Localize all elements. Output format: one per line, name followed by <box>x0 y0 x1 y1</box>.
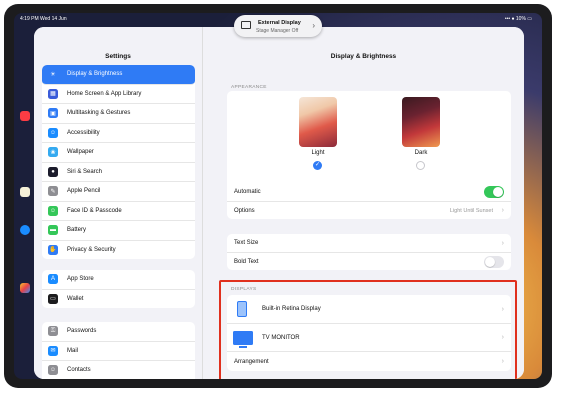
contacts-icon: ☺ <box>48 365 58 376</box>
sidebar-group-store: A App Store ▭ Wallet <box>42 270 195 308</box>
siri-and-search-icon: ● <box>48 166 58 177</box>
toggle-knob <box>485 256 495 267</box>
mail-icon: ✉ <box>48 345 58 356</box>
accessibility-icon: ☺ <box>48 127 58 138</box>
photos-app-icon[interactable] <box>20 283 30 293</box>
sidebar-item-accessibility[interactable]: ☺ Accessibility <box>42 124 195 143</box>
appearance-rows: Automatic Options Light Until Sunset › <box>227 183 511 219</box>
sidebar-item-wallet[interactable]: ▭ Wallet <box>42 290 195 309</box>
sidebar-group-general: ☀ Display & Brightness ▦ Home Screen & App … <box>42 65 195 259</box>
pill-title: External Display <box>258 20 301 26</box>
sidebar-item-label: Multitasking & Gestures <box>67 110 131 117</box>
bold-text-row[interactable]: Bold Text <box>227 252 511 270</box>
sidebar-item-label: Battery <box>67 227 87 234</box>
text-size-row[interactable]: Text Size › <box>227 234 511 252</box>
sidebar-item-label: Mail <box>67 347 79 354</box>
automatic-row[interactable]: Automatic <box>227 183 511 201</box>
status-indicators: ••• ● 10% ▭ <box>504 16 532 22</box>
displays-highlight-box <box>219 280 517 379</box>
sidebar-item-mail[interactable]: ✉ Mail <box>42 342 195 361</box>
sidebar-item-label: Contacts <box>67 367 91 374</box>
light-mode-radio[interactable]: ✓ <box>313 161 322 170</box>
sidebar-item-face-id-and-passcode[interactable]: ☺ Face ID & Passcode <box>42 202 195 221</box>
sidebar-group-apps: ⚿Passwords✉Mail☺Contacts▦Calendar <box>42 322 195 379</box>
app-store-icon: A <box>48 274 58 285</box>
sidebar-item-home-screen-and-app-library[interactable]: ▦ Home Screen & App Library <box>42 85 195 104</box>
sidebar-item-apple-pencil[interactable]: ✎ Apple Pencil <box>42 182 195 202</box>
home-screen-and-app-library-icon: ▦ <box>48 88 58 99</box>
sidebar-item-label: Display & Brightness <box>67 71 123 78</box>
status-time: 4:19 PM Wed 14 Jun <box>20 16 67 22</box>
sidebar-item-label: App Store <box>67 276 94 283</box>
passwords-icon: ⚿ <box>48 326 58 337</box>
light-mode-label: Light <box>311 150 325 156</box>
chevron-right-icon: › <box>501 207 504 214</box>
dark-mode-label: Dark <box>414 150 428 156</box>
sidebar-item-label: Privacy & Security <box>67 246 116 253</box>
multitasking-and-gestures-icon: ▣ <box>48 108 58 119</box>
sidebar-item-label: Wallpaper <box>67 149 94 156</box>
pill-subtitle: Stage Manager Off <box>256 28 299 34</box>
settings-window: Settings ☀ Display & Brightness ▦ Home Scre… <box>34 27 524 379</box>
sidebar-item-siri-and-search[interactable]: ● Siri & Search <box>42 163 195 182</box>
dark-mode-radio[interactable] <box>416 161 425 170</box>
notes-app-icon[interactable] <box>20 187 30 197</box>
stage-strip <box>14 101 36 321</box>
options-value: Light Until Sunset <box>449 207 493 214</box>
sidebar-item-label: Passwords <box>67 328 97 335</box>
appearance-card: Light Dark ✓ Automatic Options Light Unt <box>227 91 511 219</box>
sidebar-title: Settings <box>105 53 131 60</box>
light-mode-preview[interactable] <box>299 97 337 147</box>
sidebar-item-label: Accessibility <box>67 129 100 136</box>
apple-pencil-icon: ✎ <box>48 186 58 197</box>
screenshot-frame: 4:19 PM Wed 14 Jun ••• ● 10% ▭ Settings … <box>0 0 561 399</box>
detail-pane: Display & Brightness APPEARANCE Light Da… <box>203 27 524 379</box>
text-size-label: Text Size <box>234 240 259 246</box>
wallet-icon: ▭ <box>48 293 58 304</box>
toggle-knob <box>493 187 503 197</box>
text-card: Text Size › Bold Text <box>227 234 511 270</box>
face-id-and-passcode-icon: ☺ <box>48 205 58 216</box>
chevron-right-icon: › <box>312 21 315 30</box>
options-row[interactable]: Options Light Until Sunset › <box>227 201 511 219</box>
music-app-icon[interactable] <box>20 111 30 121</box>
ipad-device: 4:19 PM Wed 14 Jun ••• ● 10% ▭ Settings … <box>4 4 552 388</box>
options-label: Options <box>234 207 255 214</box>
sidebar-item-label: Wallet <box>67 295 84 302</box>
sidebar-item-label: Home Screen & App Library <box>67 90 142 97</box>
wallpaper-icon: ❀ <box>48 147 58 158</box>
sidebar-item-label: Siri & Search <box>67 168 103 175</box>
appearance-header: APPEARANCE <box>231 85 267 90</box>
battery-icon: ▬ <box>48 225 58 236</box>
settings-sidebar: Settings ☀ Display & Brightness ▦ Home Scre… <box>34 27 203 379</box>
display-and-brightness-icon: ☀ <box>48 69 58 80</box>
bold-text-label: Bold Text <box>234 258 259 265</box>
automatic-toggle[interactable] <box>484 186 504 198</box>
external-display-pill[interactable]: External Display Stage Manager Off › <box>234 15 322 37</box>
sidebar-item-contacts[interactable]: ☺ Contacts <box>42 361 195 379</box>
dark-mode-preview[interactable] <box>402 97 440 147</box>
automatic-label: Automatic <box>234 189 261 195</box>
detail-title: Display & Brightness <box>330 53 397 60</box>
safari-app-icon[interactable] <box>20 225 30 235</box>
sidebar-item-battery[interactable]: ▬ Battery <box>42 221 195 241</box>
privacy-and-security-icon: ✋ <box>48 244 58 255</box>
bold-text-toggle[interactable] <box>484 255 504 268</box>
sidebar-item-privacy-and-security[interactable]: ✋ Privacy & Security <box>42 241 195 260</box>
sidebar-item-label: Apple Pencil <box>67 188 101 195</box>
external-display-icon <box>241 21 251 29</box>
sidebar-item-passwords[interactable]: ⚿ Passwords <box>42 322 195 342</box>
chevron-right-icon: › <box>501 239 504 247</box>
sidebar-item-display-and-brightness[interactable]: ☀ Display & Brightness <box>42 65 195 85</box>
sidebar-item-label: Face ID & Passcode <box>67 207 122 214</box>
ipad-screen: 4:19 PM Wed 14 Jun ••• ● 10% ▭ Settings … <box>14 13 542 379</box>
sidebar-item-app-store[interactable]: A App Store <box>42 270 195 290</box>
sidebar-item-wallpaper[interactable]: ❀ Wallpaper <box>42 143 195 163</box>
sidebar-item-multitasking-and-gestures[interactable]: ▣ Multitasking & Gestures <box>42 104 195 124</box>
